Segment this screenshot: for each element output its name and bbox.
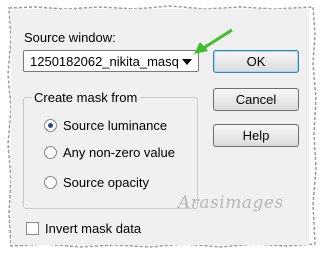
create-mask-group-title: Create mask from [31, 90, 141, 105]
radio-button[interactable] [44, 119, 57, 132]
help-button[interactable]: Help [213, 124, 299, 147]
source-window-value: 1250182062_nikita_masq [30, 54, 179, 69]
invert-mask-label: Invert mask data [45, 221, 142, 236]
radio-button[interactable] [44, 176, 57, 189]
ok-button[interactable]: OK [213, 50, 299, 73]
source-window-label: Source window: [24, 30, 116, 45]
radio-label: Source luminance [63, 118, 168, 133]
watermark: Arasimages [178, 193, 284, 213]
source-window-dropdown[interactable]: 1250182062_nikita_masq [23, 50, 199, 72]
radio-button[interactable] [44, 146, 57, 159]
radio-label: Source opacity [63, 175, 149, 190]
chevron-down-icon[interactable] [182, 59, 192, 65]
invert-mask-checkbox[interactable] [26, 222, 39, 235]
cancel-button[interactable]: Cancel [213, 88, 299, 111]
radio-label: Any non-zero value [63, 145, 176, 160]
